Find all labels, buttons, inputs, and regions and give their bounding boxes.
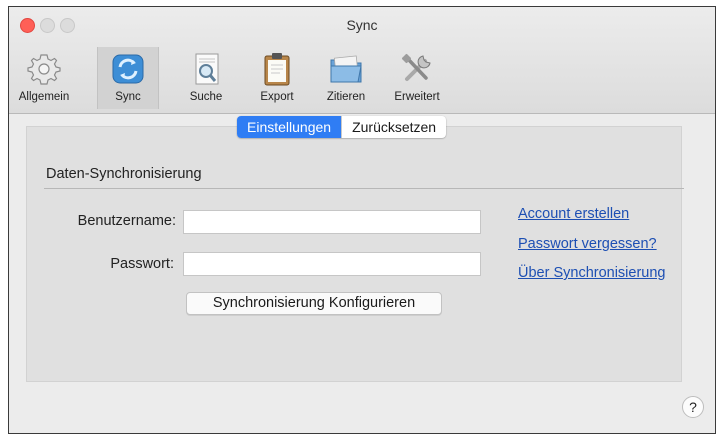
gear-icon [27,54,61,85]
clipboard-icon [264,53,290,86]
toolbar-item-label: Export [260,91,294,103]
search-document-icon [195,53,219,85]
tab-zuruecksetzen[interactable]: Zurücksetzen [341,116,446,138]
password-label: Passwort: [110,256,174,272]
help-button[interactable]: ? [682,396,704,418]
configure-sync-button[interactable]: Synchronisierung Konfigurieren [186,292,442,315]
password-input[interactable] [183,252,481,276]
titlebar: Sync Allgemein Sync Suche Export Zitiere… [9,7,715,114]
toolbar-item-suche[interactable]: Suche [175,47,237,109]
toolbar-item-label: Sync [115,91,141,103]
tab-einstellungen[interactable]: Einstellungen [237,116,342,138]
tab-switcher: Einstellungen Zurücksetzen [237,116,447,138]
toolbar-item-label: Zitieren [326,91,366,103]
section-divider [44,188,684,189]
username-input[interactable] [183,210,481,234]
create-account-link[interactable]: Account erstellen [518,206,629,222]
toolbar-item-erweitert[interactable]: Erweitert [386,47,448,109]
toolbar-item-label: Erweitert [394,91,440,103]
tools-icon [401,53,431,81]
username-label: Benutzername: [77,213,176,229]
toolbar-item-label: Suche [189,91,223,103]
toolbar-item-zitieren[interactable]: Zitieren [315,47,377,109]
toolbar-item-label: Allgemein [18,91,70,103]
toolbar-item-allgemein[interactable]: Allgemein [13,47,75,109]
toolbar-item-export[interactable]: Export [246,47,308,109]
about-sync-link[interactable]: Über Synchronisierung [518,265,666,281]
toolbar-item-sync[interactable]: Sync [97,47,159,109]
sync-icon [112,54,144,84]
toolbar: Allgemein Sync Suche Export Zitieren Erw… [9,47,715,111]
folder-icon [330,55,362,83]
window-title: Sync [346,17,378,33]
forgot-password-link[interactable]: Passwort vergessen? [518,236,657,252]
section-title: Daten-Synchronisierung [46,166,202,182]
